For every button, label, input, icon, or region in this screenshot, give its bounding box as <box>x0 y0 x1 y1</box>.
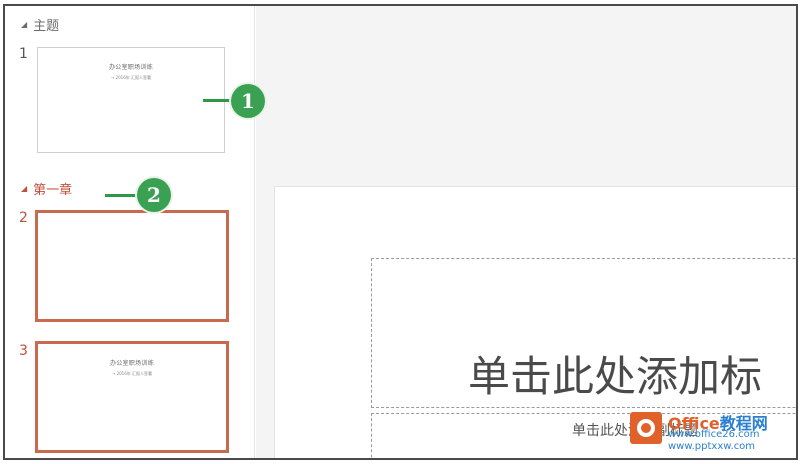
collapse-triangle-icon[interactable]: ◢ <box>21 184 27 193</box>
slide-thumbnail-3[interactable]: 办公室职场训练 → 2016年 汇报人签署 <box>35 341 229 453</box>
collapse-triangle-icon[interactable]: ◢ <box>21 20 27 29</box>
callout-badge-1: 1 <box>231 84 265 118</box>
section-label: 主题 <box>33 19 60 34</box>
slide-number: 1 <box>19 46 28 62</box>
callout-badge-2: 2 <box>137 178 171 212</box>
powerpoint-window: ◢ 主题 1 办公室职场训练 → 2016年 汇报人签署 ◢ 第一章 2 3 办… <box>3 4 798 460</box>
slide-number: 3 <box>19 343 28 359</box>
slide-thumbnail-pane[interactable]: ◢ 主题 1 办公室职场训练 → 2016年 汇报人签署 ◢ 第一章 2 3 办… <box>5 6 255 458</box>
callout-line-1 <box>203 99 233 102</box>
slide-thumbnail-1[interactable]: 办公室职场训练 → 2016年 汇报人签署 <box>37 47 225 153</box>
thumbnail-subtitle: → 2016年 汇报人签署 <box>110 75 152 80</box>
thumbnail-title: 办公室职场训练 <box>108 64 154 71</box>
office-logo-icon <box>630 412 662 444</box>
slide-editing-area[interactable]: 单击此处添加标 单击此处添加副标题 <box>256 6 796 458</box>
title-placeholder-text: 单击此处添加标 <box>468 352 763 401</box>
title-placeholder[interactable]: 单击此处添加标 <box>371 258 796 408</box>
watermark-url: www.office26.com <box>668 429 760 440</box>
section-header-chapter-1[interactable]: ◢ 第一章 <box>21 179 72 198</box>
callout-line-2 <box>105 194 141 197</box>
watermark: Office教程网 www.office26.com www.pptxxw.co… <box>630 410 790 454</box>
thumbnail-title: 办公室职场训练 <box>109 360 155 367</box>
thumbnail-subtitle: → 2016年 汇报人签署 <box>111 371 153 376</box>
slide-thumbnail-2[interactable] <box>35 210 229 322</box>
watermark-url: www.pptxxw.com <box>668 441 756 452</box>
section-header-theme[interactable]: ◢ 主题 <box>21 15 59 34</box>
section-label: 第一章 <box>33 183 73 198</box>
slide-number: 2 <box>19 210 28 226</box>
